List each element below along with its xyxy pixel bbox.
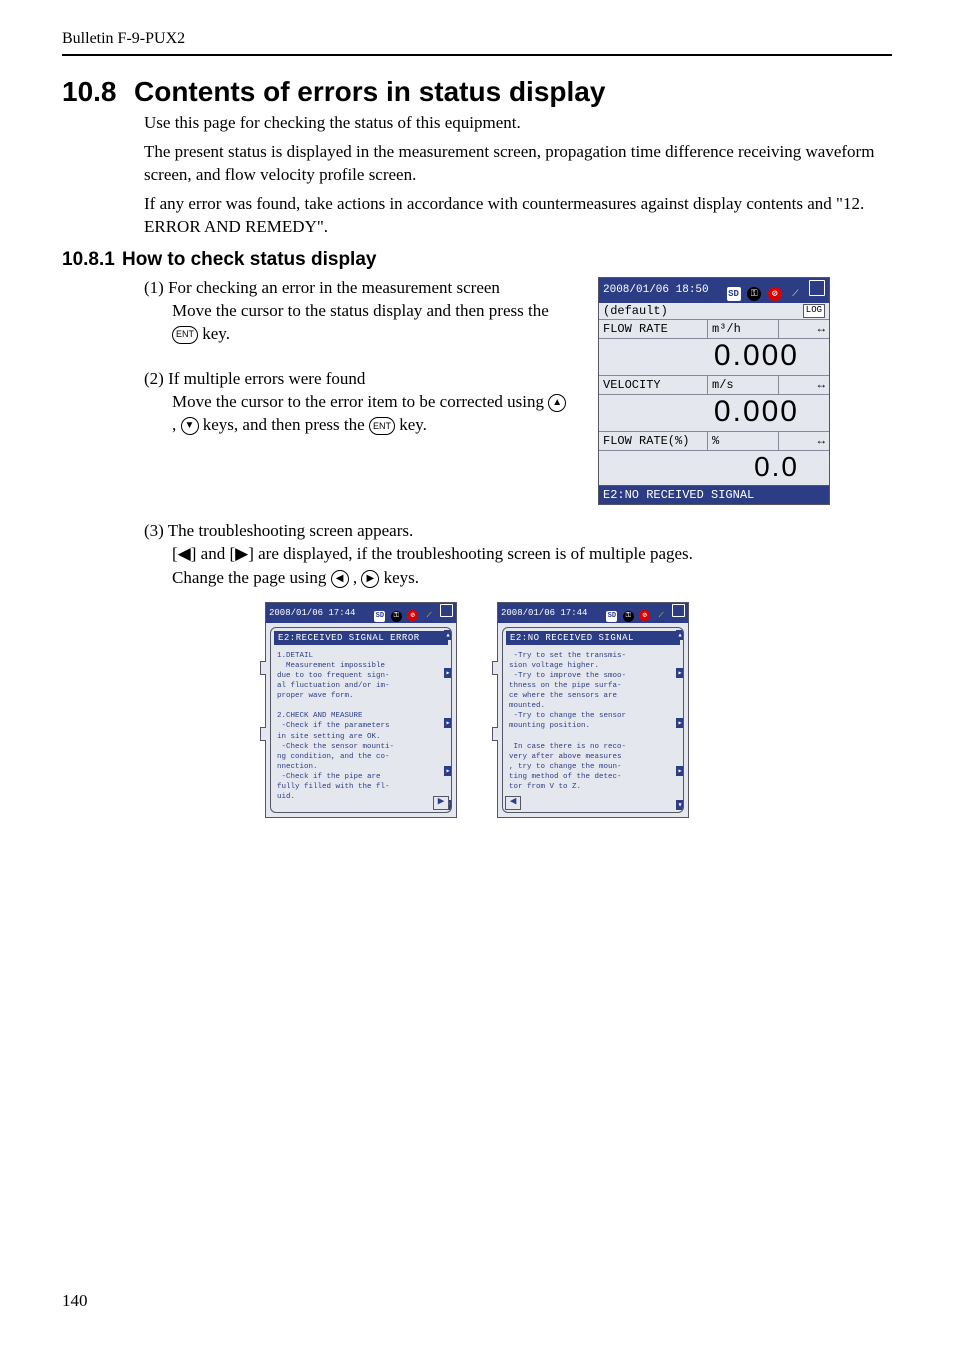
ts1-datetime: 2008/01/06 17:44 [269,608,355,618]
subsection-number: 10.8.1 [62,249,122,271]
key-lock-icon: ⚿ [747,287,761,301]
velocity-cycle-icon: ↔ [779,376,829,394]
ts1-title: E2:RECEIVED SIGNAL ERROR [274,631,448,645]
step-2-body-b: keys, and then press the [199,415,369,434]
antenna-icon: ⟋ [656,611,667,622]
step-2-body-a: Move the cursor to the error item to be … [172,392,548,411]
ts1-next-page-icon: ▶ [433,796,449,810]
subsection-heading: 10.8.1How to check status display [62,249,892,271]
step-1: (1) For checking an error in the measure… [144,277,574,346]
flow-rate-unit: m³/h [708,320,779,338]
step-2-head: If multiple errors were found [168,369,365,388]
velocity-label: VELOCITY [599,376,708,394]
bulletin-id: Bulletin F-9-PUX2 [62,30,892,48]
intro-line-3: If any error was found, take actions in … [144,193,892,239]
prohibit-icon: ⊘ [639,610,650,621]
troubleshooting-screen-2: 2008/01/06 17:44 SD ⚿ ⊘ ⟋ ▴ ▸ ▸ ▸ ▾ [497,602,689,818]
scroll-up-icon: ▴ [676,630,684,640]
velocity-unit: m/s [708,376,779,394]
left-key-icon: ◀ [331,570,349,588]
step-3-l2a: Change the page using [172,568,331,587]
header-rule [62,54,892,56]
step-2-num: (2) [144,369,164,388]
scroll-marker-icon: ▸ [676,668,684,678]
measurement-screen-figure: 2008/01/06 18:50 SD ⚿ ⊘ ⟋ (default) LOG … [598,277,830,505]
ent-key-icon-2: ENT [369,417,395,435]
step-3-num: (3) [144,521,164,540]
step-1-body-before: Move the cursor to the status display an… [172,301,549,320]
flow-rate-pct-cycle-icon: ↔ [779,432,829,450]
flow-rate-value: 0.000 [599,338,829,375]
intro-line-1: Use this page for checking the status of… [144,112,892,135]
prohibit-icon: ⊘ [768,287,782,301]
scroll-marker-icon: ▸ [444,766,452,776]
step-2-mid: , [172,415,181,434]
ent-key-icon: ENT [172,326,198,344]
device-datetime: 2008/01/06 18:50 [603,284,709,296]
battery-icon [440,604,453,617]
step-2: (2) If multiple errors were found Move t… [144,368,574,437]
device-status-bar: E2:NO RECEIVED SIGNAL [599,485,829,504]
up-key-icon: ▲ [548,394,566,412]
antenna-icon: ⟋ [424,611,435,622]
step-3-l1b: ] and [ [191,544,235,563]
side-tab-icon [260,727,266,741]
step-2-body-c: key. [395,415,427,434]
sd-card-icon: SD [606,611,617,622]
key-lock-icon: ⚿ [623,611,634,622]
section-heading: 10.8Contents of errors in status display [62,76,892,108]
ts2-title: E2:NO RECEIVED SIGNAL [506,631,680,645]
velocity-value: 0.000 [599,394,829,431]
side-tab-icon [492,661,498,675]
scroll-marker-icon: ▸ [444,668,452,678]
battery-icon [672,604,685,617]
side-tab-icon [260,661,266,675]
down-key-icon: ▼ [181,417,199,435]
step-3-mid: , [349,568,362,587]
step-3-l1c: ] are displayed, if the troubleshooting … [248,544,693,563]
flow-rate-pct-label: FLOW RATE(%) [599,432,708,450]
right-triangle-icon: ▶ [235,544,248,563]
step-1-head: For checking an error in the measurement… [168,278,500,297]
key-lock-icon: ⚿ [391,611,402,622]
battery-icon [809,280,825,296]
device-status-icons: SD ⚿ ⊘ ⟋ [727,280,825,301]
ts2-body: -Try to set the transmis- sion voltage h… [503,648,683,796]
scroll-up-icon: ▴ [444,630,452,640]
flow-rate-pct-unit: % [708,432,779,450]
scroll-marker-icon: ▸ [676,718,684,728]
troubleshooting-screen-1: 2008/01/06 17:44 SD ⚿ ⊘ ⟋ ▴ ▸ ▸ ▸ ▾ [265,602,457,818]
right-key-icon: ▶ [361,570,379,588]
scroll-marker-icon: ▸ [676,766,684,776]
ts1-body: 1.DETAIL Measurement impossible due to t… [271,648,451,806]
side-tab-icon [492,727,498,741]
intro-line-2: The present status is displayed in the m… [144,141,892,187]
subsection-title: How to check status display [122,249,376,270]
ts2-status-icons: SD ⚿ ⊘ ⟋ [606,604,685,622]
step-3: (3) The troubleshooting screen appears. … [144,519,892,590]
scroll-marker-icon: ▸ [444,718,452,728]
prohibit-icon: ⊘ [407,610,418,621]
left-triangle-icon: ◀ [178,544,191,563]
scroll-down-icon: ▾ [676,800,684,810]
sd-card-icon: SD [374,611,385,622]
flow-rate-cycle-icon: ↔ [779,320,829,338]
section-number: 10.8 [62,76,134,108]
sd-card-icon: SD [727,287,741,301]
step-1-body-after: key. [198,324,230,343]
ts2-prev-page-icon: ◀ [505,796,521,810]
step-1-num: (1) [144,278,164,297]
section-title: Contents of errors in status display [134,76,605,107]
ts2-datetime: 2008/01/06 17:44 [501,608,587,618]
log-badge: LOG [803,304,825,318]
step-3-l2b: keys. [379,568,419,587]
antenna-icon: ⟋ [788,287,802,301]
flow-rate-pct-value: 0.0 [599,450,829,485]
flow-rate-label: FLOW RATE [599,320,708,338]
device-default-label: (default) [603,304,668,318]
step-3-head: The troubleshooting screen appears. [168,521,413,540]
page-number: 140 [62,1291,88,1311]
ts1-status-icons: SD ⚿ ⊘ ⟋ [374,604,453,622]
